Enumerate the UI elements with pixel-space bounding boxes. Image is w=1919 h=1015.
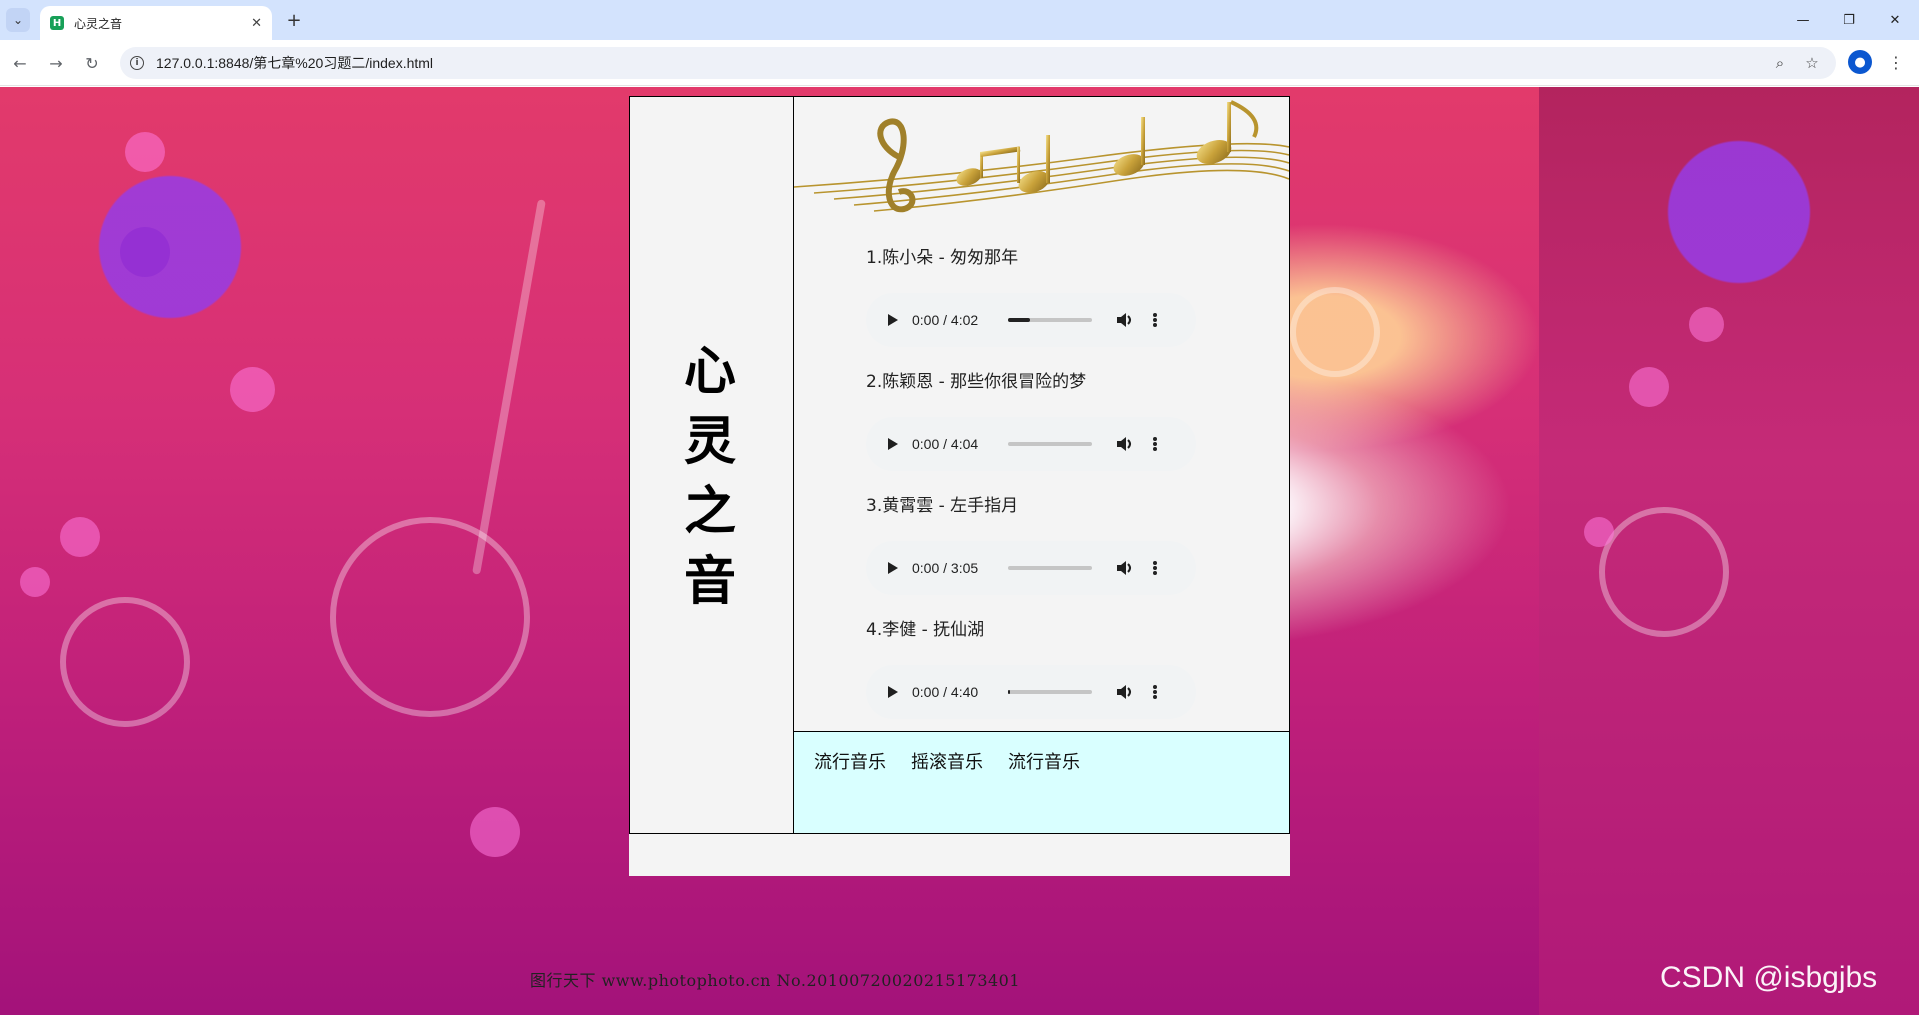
- play-icon[interactable]: [884, 559, 902, 577]
- seek-slider[interactable]: [1008, 318, 1092, 322]
- music-notes-icon: [794, 100, 1289, 213]
- bg-music-note-head: [60, 597, 190, 727]
- bg-bubble: [230, 367, 275, 412]
- zoom-icon[interactable]: ⌕: [1770, 53, 1790, 73]
- bg-bubble: [1689, 307, 1724, 342]
- forward-arrow-icon[interactable]: →: [44, 51, 68, 75]
- nav-link-pop-music-2[interactable]: 流行音乐: [1008, 748, 1080, 774]
- time-display: 0:00 / 3:05: [912, 560, 979, 576]
- browser-toolbar: ← → ↻ i 127.0.0.1:8848/第七章%20习题二/index.h…: [0, 40, 1919, 86]
- reload-icon[interactable]: ↻: [80, 51, 104, 75]
- profile-avatar-icon[interactable]: ●: [1848, 50, 1872, 74]
- left-column: 心灵之音: [629, 96, 794, 834]
- tab-list-chevron-icon[interactable]: ⌄: [6, 8, 30, 32]
- time-display: 0:00 / 4:02: [912, 312, 979, 328]
- site-title: 心灵之音: [683, 342, 736, 612]
- song-list: 1.陈小朵 - 匆匆那年 0:00 / 4:02 2.陈颖恩 - 那些你很冒险的…: [866, 247, 1266, 743]
- more-options-icon[interactable]: [1152, 311, 1158, 329]
- song-item: 2.陈颖恩 - 那些你很冒险的梦 0:00 / 4:04: [866, 371, 1266, 495]
- bg-bubble: [1584, 517, 1614, 547]
- bg-bubble: [60, 517, 100, 557]
- browser-tab[interactable]: H 心灵之音 ✕: [40, 6, 272, 40]
- song-item: 1.陈小朵 - 匆匆那年 0:00 / 4:02: [866, 247, 1266, 371]
- audio-player[interactable]: 0:00 / 4:40: [866, 665, 1196, 719]
- bg-music-note-head: [1599, 507, 1729, 637]
- volume-icon[interactable]: [1116, 683, 1134, 701]
- play-icon[interactable]: [884, 311, 902, 329]
- seek-slider[interactable]: [1008, 690, 1092, 694]
- page-viewport: 图行天下 www.photophoto.cn No.20100720020215…: [0, 87, 1919, 1015]
- site-favicon-icon: H: [50, 16, 64, 30]
- seek-slider[interactable]: [1008, 566, 1092, 570]
- minimize-icon[interactable]: —: [1788, 8, 1818, 32]
- bookmark-star-icon[interactable]: ☆: [1802, 53, 1822, 73]
- more-options-icon[interactable]: [1152, 683, 1158, 701]
- address-bar[interactable]: i 127.0.0.1:8848/第七章%20习题二/index.html ⌕ …: [120, 47, 1836, 79]
- volume-icon[interactable]: [1116, 559, 1134, 577]
- bg-bubble: [120, 227, 170, 277]
- volume-icon[interactable]: [1116, 311, 1134, 329]
- window-close-icon[interactable]: ✕: [1880, 8, 1910, 32]
- play-icon[interactable]: [884, 435, 902, 453]
- audio-player[interactable]: 0:00 / 4:04: [866, 417, 1196, 471]
- bg-music-note-head: [1290, 287, 1380, 377]
- seek-progress: [1008, 318, 1030, 322]
- right-column: 1.陈小朵 - 匆匆那年 0:00 / 4:02 2.陈颖恩 - 那些你很冒险的…: [793, 96, 1290, 834]
- back-arrow-icon[interactable]: ←: [8, 51, 32, 75]
- more-options-icon[interactable]: [1152, 435, 1158, 453]
- url-text[interactable]: 127.0.0.1:8848/第七章%20习题二/index.html: [156, 53, 433, 73]
- nav-link-pop-music[interactable]: 流行音乐: [814, 748, 886, 774]
- tab-title: 心灵之音: [74, 16, 123, 31]
- new-tab-button[interactable]: +: [282, 8, 306, 32]
- bg-bubble: [470, 807, 520, 857]
- play-icon[interactable]: [884, 683, 902, 701]
- tab-close-icon[interactable]: ✕: [251, 16, 262, 31]
- song-title: 4.李健 - 抚仙湖: [866, 620, 985, 640]
- volume-icon[interactable]: [1116, 435, 1134, 453]
- bg-bubble: [125, 132, 165, 172]
- song-title: 3.黄霄雲 - 左手指月: [866, 496, 1019, 516]
- category-nav: 流行音乐 摇滚音乐 流行音乐: [794, 731, 1289, 833]
- song-title: 2.陈颖恩 - 那些你很冒险的梦: [866, 372, 1087, 392]
- audio-player[interactable]: 0:00 / 3:05: [866, 541, 1196, 595]
- time-display: 0:00 / 4:04: [912, 436, 979, 452]
- browser-tab-bar: ⌄ H 心灵之音 ✕ + — ❐ ✕: [0, 0, 1919, 40]
- background-watermark: 图行天下 www.photophoto.cn No.20100720020215…: [530, 971, 1021, 990]
- bg-repeat-tile: [1539, 87, 1919, 1015]
- seek-slider[interactable]: [1008, 442, 1092, 446]
- bg-music-note-stem: [472, 199, 546, 575]
- seek-progress: [1008, 690, 1010, 694]
- restore-icon[interactable]: ❐: [1834, 8, 1864, 32]
- music-staff-banner: [794, 97, 1289, 227]
- time-display: 0:00 / 4:40: [912, 684, 979, 700]
- site-container: 心灵之音 1.陈小朵 - 匆匆那年 0:00 / 4:02 2.陈颖恩 - 那些…: [629, 96, 1290, 876]
- song-item: 4.李健 - 抚仙湖 0:00 / 4:40: [866, 619, 1266, 743]
- audio-player[interactable]: 0:00 / 4:02: [866, 293, 1196, 347]
- song-title: 1.陈小朵 - 匆匆那年: [866, 248, 1019, 268]
- bg-music-note-head: [330, 517, 530, 717]
- bg-bubble: [20, 567, 50, 597]
- bg-bubble: [1629, 367, 1669, 407]
- nav-link-rock-music[interactable]: 摇滚音乐: [911, 748, 983, 774]
- more-options-icon[interactable]: [1152, 559, 1158, 577]
- browser-menu-icon[interactable]: ⋮: [1886, 50, 1906, 74]
- csdn-watermark: CSDN @isbgjbs: [1660, 961, 1878, 994]
- song-item: 3.黄霄雲 - 左手指月 0:00 / 3:05: [866, 495, 1266, 619]
- site-info-icon[interactable]: i: [130, 56, 144, 70]
